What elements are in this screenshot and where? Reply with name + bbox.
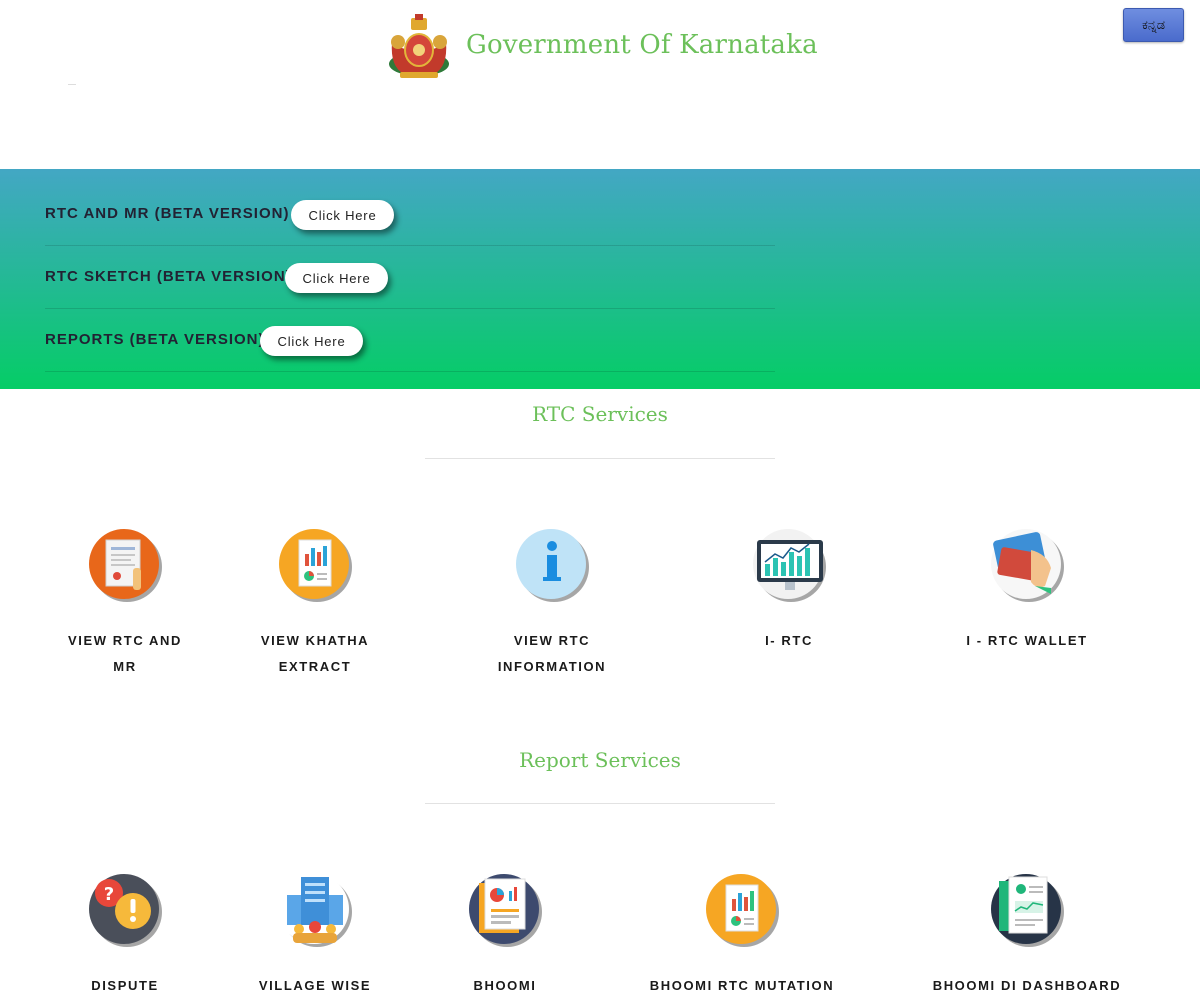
analytics-docs-icon: [469, 873, 542, 947]
report-chart-icon: [279, 528, 352, 602]
site-title: Government Of Karnataka: [466, 30, 818, 60]
karnataka-emblem-icon: [384, 12, 454, 82]
service-dispute[interactable]: ? DISPUTE: [40, 873, 210, 1000]
rtc-services-heading: RTC Services: [532, 402, 668, 426]
service-i-rtc[interactable]: I- RTC: [704, 528, 874, 678]
service-label: DISPUTE: [91, 978, 159, 993]
banner-row-label: RTC SKETCH (BETA VERSION): [45, 268, 292, 285]
service-label: BHOOMI RTC MUTATION: [649, 978, 835, 993]
service-bhoomi-rtc-mutation[interactable]: BHOOMI RTC MUTATION: [642, 873, 842, 1000]
service-label: VIEW RTC AND MR: [67, 633, 183, 674]
banner-row-label: RTC AND MR (BETA VERSION): [45, 205, 290, 222]
banner-row-label: REPORTS (BETA VERSION): [45, 331, 265, 348]
service-view-khatha-extract[interactable]: VIEW KHATHA EXTRACT: [230, 528, 400, 678]
service-label: BHOOMI DI DASHBOARD: [932, 978, 1122, 993]
service-view-rtc-information[interactable]: VIEW RTC INFORMATION: [467, 528, 637, 678]
building-people-icon: [279, 873, 352, 947]
banner-row-rtc-sketch: RTC SKETCH (BETA VERSION) Click Here: [45, 246, 775, 309]
info-icon: [516, 528, 589, 602]
rtc-sketch-click-button[interactable]: Click Here: [285, 263, 388, 293]
banner-row-reports: REPORTS (BETA VERSION) Click Here: [45, 309, 775, 372]
site-header: Government Of Karnataka ಕನ್ನಡ: [0, 0, 1200, 169]
service-label: I- RTC: [765, 633, 813, 648]
report-chart-icon: [706, 873, 779, 947]
section-divider: [425, 458, 775, 459]
language-toggle-button[interactable]: ಕನ್ನಡ: [1123, 8, 1184, 42]
svg-text:?: ?: [104, 884, 114, 905]
service-label: VIEW RTC INFORMATION: [497, 633, 607, 674]
rtc-mr-click-button[interactable]: Click Here: [291, 200, 394, 230]
service-village-wise[interactable]: VILLAGE WISE: [230, 873, 400, 1000]
service-label: BHOOMI: [473, 978, 537, 993]
reports-click-button[interactable]: Click Here: [260, 326, 363, 356]
divider: [68, 84, 76, 85]
service-bhoomi-di-dashboard[interactable]: BHOOMI DI DASHBOARD: [922, 873, 1132, 1000]
section-divider: [425, 803, 775, 804]
dashboard-docs-icon: [991, 873, 1064, 947]
beta-links-banner: RTC AND MR (BETA VERSION) Click Here RTC…: [0, 169, 1200, 389]
service-i-rtc-wallet[interactable]: I - RTC WALLET: [942, 528, 1112, 678]
report-services-heading: Report Services: [519, 748, 681, 772]
service-view-rtc-and-mr[interactable]: VIEW RTC AND MR: [40, 528, 210, 678]
question-alert-icon: ?: [89, 873, 162, 947]
banner-row-rtc-mr: RTC AND MR (BETA VERSION) Click Here: [45, 183, 775, 246]
service-label: I - RTC WALLET: [966, 633, 1088, 648]
document-icon: [89, 528, 162, 602]
service-label: VIEW KHATHA EXTRACT: [260, 633, 370, 674]
service-label: VILLAGE WISE: [258, 978, 372, 993]
wallet-card-icon: [991, 528, 1064, 602]
monitor-chart-icon: [753, 528, 826, 602]
service-bhoomi[interactable]: BHOOMI: [420, 873, 590, 1000]
